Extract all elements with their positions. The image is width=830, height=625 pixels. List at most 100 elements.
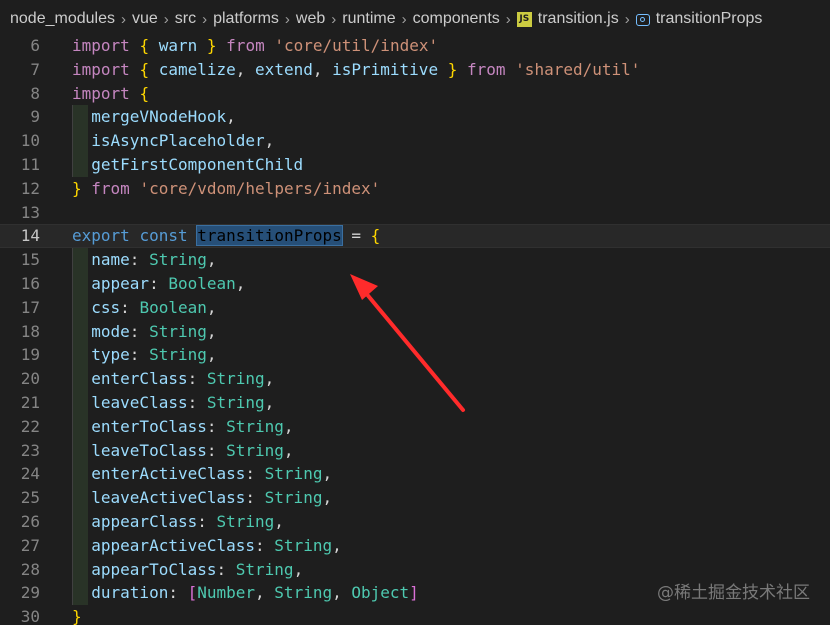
breadcrumb-item[interactable]: src [175, 10, 196, 28]
line-number: 24 [20, 464, 40, 484]
line-number: 27 [20, 535, 40, 555]
code-token: , [322, 488, 333, 508]
code-line[interactable]: 24 enterActiveClass: String, [0, 462, 830, 487]
line-number: 22 [20, 416, 40, 436]
code-line[interactable]: 22 enterToClass: String, [0, 414, 830, 439]
code-line[interactable]: 11 getFirstComponentChild [0, 153, 830, 177]
breadcrumb-item[interactable]: runtime [342, 10, 395, 28]
code-token: : [245, 464, 265, 484]
code-token: , [293, 559, 304, 579]
code-token: leaveToClass [91, 440, 207, 460]
code-token: , [274, 512, 284, 531]
code-token: : [216, 559, 236, 579]
code-token: , [283, 440, 294, 460]
code-text: duration: [Number, String, Object] [72, 581, 419, 605]
code-line[interactable]: 21 leaveClass: String, [0, 391, 830, 415]
code-line[interactable]: 16 appear: Boolean, [0, 272, 830, 296]
code-token: : [197, 512, 217, 531]
breadcrumb-item[interactable]: node_modules [10, 10, 115, 28]
breadcrumb-file[interactable]: transition.js [538, 10, 619, 28]
code-line[interactable]: 18 mode: String, [0, 319, 830, 344]
code-editor[interactable]: 6 import { warn } from 'core/util/index' 7… [0, 34, 830, 625]
breadcrumb-item[interactable]: web [296, 10, 325, 28]
code-token: , [332, 535, 342, 555]
code-token: 'core/util/index' [274, 36, 439, 55]
code-token: import [72, 83, 130, 103]
code-token: appearToClass [91, 559, 217, 579]
code-token: } [72, 607, 82, 625]
chevron-right-icon: › [202, 10, 208, 28]
code-token: , [264, 131, 275, 151]
code-line[interactable]: 26 appearClass: String, [0, 510, 830, 534]
breadcrumb-item[interactable]: components [413, 10, 500, 28]
code-text: } from 'core/vdom/helpers/index' [72, 177, 380, 201]
breadcrumb-item[interactable]: platforms [213, 10, 279, 28]
code-line[interactable]: 12} from 'core/vdom/helpers/index' [0, 177, 830, 201]
chevron-right-icon: › [163, 10, 169, 28]
code-token: const [139, 226, 188, 246]
line-number: 26 [20, 512, 40, 531]
code-line[interactable]: 17 css: Boolean, [0, 295, 830, 320]
code-text: leaveToClass: String, [72, 439, 294, 463]
code-text: appearClass: String, [72, 510, 284, 534]
code-text: getFirstComponentChild [72, 153, 303, 177]
line-number: 11 [20, 155, 40, 174]
code-line[interactable]: 15 name: String, [0, 248, 830, 273]
code-line[interactable]: 6 import { warn } from 'core/util/index' [0, 34, 830, 58]
code-text: } [72, 605, 82, 625]
code-text: isAsyncPlaceholder, [72, 129, 274, 153]
chevron-right-icon: › [120, 10, 126, 28]
code-token: import [72, 59, 130, 79]
code-line[interactable]: 30} [0, 605, 830, 625]
code-token: Boolean [139, 297, 207, 317]
code-token: : [206, 440, 227, 460]
code-text: mode: String, [72, 320, 216, 344]
code-token: name [91, 250, 130, 270]
watermark: @稀土掘金技术社区 [657, 583, 810, 603]
code-line[interactable]: 27 appearActiveClass: String, [0, 533, 830, 558]
code-token: isAsyncPlaceholder [91, 131, 265, 151]
breadcrumb-item[interactable]: vue [132, 10, 158, 28]
code-line[interactable]: 20 enterClass: String, [0, 367, 830, 392]
code-line[interactable]: 25 leaveActiveClass: String, [0, 486, 830, 511]
code-text: export const transitionProps = { [72, 225, 380, 247]
code-token: Object [351, 583, 410, 603]
breadcrumb-symbol[interactable]: transitionProps [656, 10, 763, 28]
code-line[interactable]: 13 [0, 201, 830, 225]
code-token: enterToClass [91, 416, 207, 436]
line-number: 18 [20, 321, 40, 341]
code-token: : [187, 393, 207, 412]
code-line[interactable]: 7 import { camelize, extend, isPrimitive … [0, 58, 830, 82]
code-line[interactable]: 14 export const transitionProps = { [0, 224, 830, 249]
code-line[interactable]: 9 mergeVNodeHook, [0, 105, 830, 130]
code-token: ] [409, 583, 419, 603]
code-line[interactable]: 10 isAsyncPlaceholder, [0, 129, 830, 154]
line-number: 16 [20, 274, 40, 293]
code-text: type: String, [72, 343, 216, 367]
code-token: String [216, 512, 275, 531]
code-line[interactable]: 8 import { [0, 82, 830, 106]
code-token: : [255, 535, 275, 555]
line-number: 9 [30, 107, 40, 127]
chevron-right-icon: › [624, 10, 630, 28]
code-line[interactable]: 23 leaveToClass: String, [0, 438, 830, 463]
code-text: appear: Boolean, [72, 272, 245, 296]
chevron-right-icon: › [505, 10, 511, 28]
code-line[interactable]: 19 type: String, [0, 343, 830, 368]
code-token: Number [197, 583, 256, 603]
code-text: enterActiveClass: String, [72, 462, 332, 486]
